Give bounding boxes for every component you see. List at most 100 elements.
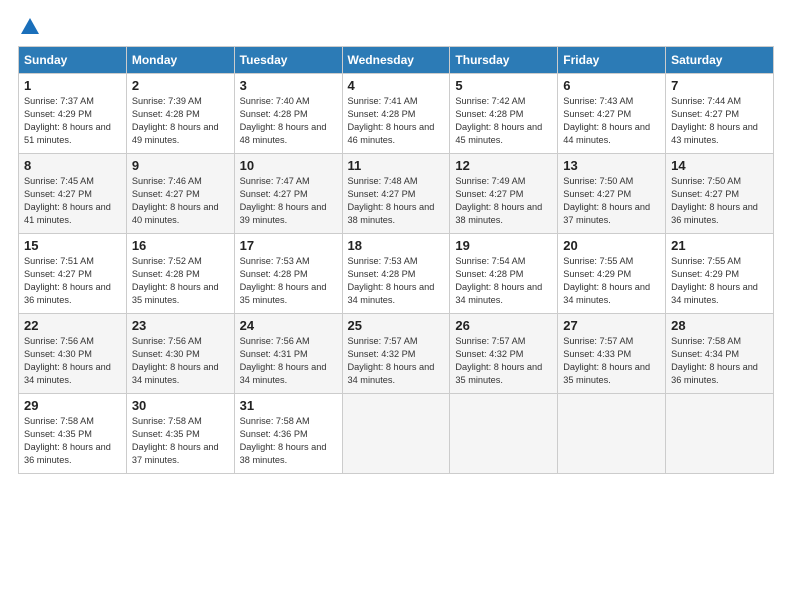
week-row: 1 Sunrise: 7:37 AMSunset: 4:29 PMDayligh… [19, 74, 774, 154]
day-number: 11 [348, 158, 445, 173]
day-info: Sunrise: 7:43 AMSunset: 4:27 PMDaylight:… [563, 96, 650, 145]
day-info: Sunrise: 7:41 AMSunset: 4:28 PMDaylight:… [348, 96, 435, 145]
day-info: Sunrise: 7:40 AMSunset: 4:28 PMDaylight:… [240, 96, 327, 145]
day-number: 23 [132, 318, 229, 333]
day-cell: 31 Sunrise: 7:58 AMSunset: 4:36 PMDaylig… [234, 394, 342, 474]
day-cell [666, 394, 774, 474]
day-number: 9 [132, 158, 229, 173]
day-cell: 4 Sunrise: 7:41 AMSunset: 4:28 PMDayligh… [342, 74, 450, 154]
day-number: 27 [563, 318, 660, 333]
calendar-header: SundayMondayTuesdayWednesdayThursdayFrid… [19, 47, 774, 74]
day-info: Sunrise: 7:57 AMSunset: 4:32 PMDaylight:… [348, 336, 435, 385]
day-cell: 6 Sunrise: 7:43 AMSunset: 4:27 PMDayligh… [558, 74, 666, 154]
day-cell: 24 Sunrise: 7:56 AMSunset: 4:31 PMDaylig… [234, 314, 342, 394]
week-row: 29 Sunrise: 7:58 AMSunset: 4:35 PMDaylig… [19, 394, 774, 474]
day-info: Sunrise: 7:48 AMSunset: 4:27 PMDaylight:… [348, 176, 435, 225]
day-number: 20 [563, 238, 660, 253]
header-row: SundayMondayTuesdayWednesdayThursdayFrid… [19, 47, 774, 74]
day-number: 10 [240, 158, 337, 173]
day-info: Sunrise: 7:37 AMSunset: 4:29 PMDaylight:… [24, 96, 111, 145]
week-row: 8 Sunrise: 7:45 AMSunset: 4:27 PMDayligh… [19, 154, 774, 234]
header-cell-saturday: Saturday [666, 47, 774, 74]
day-info: Sunrise: 7:49 AMSunset: 4:27 PMDaylight:… [455, 176, 542, 225]
page: SundayMondayTuesdayWednesdayThursdayFrid… [0, 0, 792, 612]
day-cell [342, 394, 450, 474]
header-cell-monday: Monday [126, 47, 234, 74]
day-cell: 23 Sunrise: 7:56 AMSunset: 4:30 PMDaylig… [126, 314, 234, 394]
day-info: Sunrise: 7:54 AMSunset: 4:28 PMDaylight:… [455, 256, 542, 305]
day-number: 19 [455, 238, 552, 253]
day-info: Sunrise: 7:53 AMSunset: 4:28 PMDaylight:… [240, 256, 327, 305]
day-number: 4 [348, 78, 445, 93]
day-info: Sunrise: 7:58 AMSunset: 4:34 PMDaylight:… [671, 336, 758, 385]
day-number: 2 [132, 78, 229, 93]
day-number: 5 [455, 78, 552, 93]
day-cell: 25 Sunrise: 7:57 AMSunset: 4:32 PMDaylig… [342, 314, 450, 394]
logo-triangle-icon [21, 18, 39, 34]
day-number: 3 [240, 78, 337, 93]
header-cell-sunday: Sunday [19, 47, 127, 74]
day-number: 7 [671, 78, 768, 93]
day-info: Sunrise: 7:58 AMSunset: 4:36 PMDaylight:… [240, 416, 327, 465]
day-info: Sunrise: 7:55 AMSunset: 4:29 PMDaylight:… [671, 256, 758, 305]
day-cell: 11 Sunrise: 7:48 AMSunset: 4:27 PMDaylig… [342, 154, 450, 234]
day-number: 26 [455, 318, 552, 333]
day-cell: 10 Sunrise: 7:47 AMSunset: 4:27 PMDaylig… [234, 154, 342, 234]
day-cell: 13 Sunrise: 7:50 AMSunset: 4:27 PMDaylig… [558, 154, 666, 234]
day-number: 31 [240, 398, 337, 413]
day-info: Sunrise: 7:50 AMSunset: 4:27 PMDaylight:… [671, 176, 758, 225]
logo [18, 18, 39, 36]
day-cell: 16 Sunrise: 7:52 AMSunset: 4:28 PMDaylig… [126, 234, 234, 314]
day-info: Sunrise: 7:46 AMSunset: 4:27 PMDaylight:… [132, 176, 219, 225]
day-number: 22 [24, 318, 121, 333]
day-number: 1 [24, 78, 121, 93]
day-cell: 21 Sunrise: 7:55 AMSunset: 4:29 PMDaylig… [666, 234, 774, 314]
day-number: 25 [348, 318, 445, 333]
day-number: 12 [455, 158, 552, 173]
day-number: 28 [671, 318, 768, 333]
day-number: 29 [24, 398, 121, 413]
day-cell [558, 394, 666, 474]
day-info: Sunrise: 7:58 AMSunset: 4:35 PMDaylight:… [132, 416, 219, 465]
day-number: 17 [240, 238, 337, 253]
day-info: Sunrise: 7:53 AMSunset: 4:28 PMDaylight:… [348, 256, 435, 305]
week-row: 15 Sunrise: 7:51 AMSunset: 4:27 PMDaylig… [19, 234, 774, 314]
day-number: 24 [240, 318, 337, 333]
day-cell: 18 Sunrise: 7:53 AMSunset: 4:28 PMDaylig… [342, 234, 450, 314]
day-info: Sunrise: 7:51 AMSunset: 4:27 PMDaylight:… [24, 256, 111, 305]
day-number: 13 [563, 158, 660, 173]
day-cell: 12 Sunrise: 7:49 AMSunset: 4:27 PMDaylig… [450, 154, 558, 234]
day-info: Sunrise: 7:44 AMSunset: 4:27 PMDaylight:… [671, 96, 758, 145]
day-number: 8 [24, 158, 121, 173]
calendar: SundayMondayTuesdayWednesdayThursdayFrid… [18, 46, 774, 474]
calendar-body: 1 Sunrise: 7:37 AMSunset: 4:29 PMDayligh… [19, 74, 774, 474]
day-info: Sunrise: 7:42 AMSunset: 4:28 PMDaylight:… [455, 96, 542, 145]
header-cell-thursday: Thursday [450, 47, 558, 74]
day-info: Sunrise: 7:55 AMSunset: 4:29 PMDaylight:… [563, 256, 650, 305]
day-cell: 3 Sunrise: 7:40 AMSunset: 4:28 PMDayligh… [234, 74, 342, 154]
day-info: Sunrise: 7:52 AMSunset: 4:28 PMDaylight:… [132, 256, 219, 305]
day-cell: 20 Sunrise: 7:55 AMSunset: 4:29 PMDaylig… [558, 234, 666, 314]
day-cell: 30 Sunrise: 7:58 AMSunset: 4:35 PMDaylig… [126, 394, 234, 474]
day-info: Sunrise: 7:58 AMSunset: 4:35 PMDaylight:… [24, 416, 111, 465]
day-cell: 2 Sunrise: 7:39 AMSunset: 4:28 PMDayligh… [126, 74, 234, 154]
day-info: Sunrise: 7:56 AMSunset: 4:30 PMDaylight:… [132, 336, 219, 385]
day-cell: 29 Sunrise: 7:58 AMSunset: 4:35 PMDaylig… [19, 394, 127, 474]
day-number: 15 [24, 238, 121, 253]
day-cell: 8 Sunrise: 7:45 AMSunset: 4:27 PMDayligh… [19, 154, 127, 234]
day-number: 21 [671, 238, 768, 253]
day-cell [450, 394, 558, 474]
day-number: 30 [132, 398, 229, 413]
day-cell: 27 Sunrise: 7:57 AMSunset: 4:33 PMDaylig… [558, 314, 666, 394]
header-cell-wednesday: Wednesday [342, 47, 450, 74]
day-cell: 28 Sunrise: 7:58 AMSunset: 4:34 PMDaylig… [666, 314, 774, 394]
day-cell: 1 Sunrise: 7:37 AMSunset: 4:29 PMDayligh… [19, 74, 127, 154]
day-info: Sunrise: 7:39 AMSunset: 4:28 PMDaylight:… [132, 96, 219, 145]
header [18, 18, 774, 36]
day-cell: 22 Sunrise: 7:56 AMSunset: 4:30 PMDaylig… [19, 314, 127, 394]
day-info: Sunrise: 7:57 AMSunset: 4:33 PMDaylight:… [563, 336, 650, 385]
day-info: Sunrise: 7:45 AMSunset: 4:27 PMDaylight:… [24, 176, 111, 225]
day-info: Sunrise: 7:56 AMSunset: 4:30 PMDaylight:… [24, 336, 111, 385]
day-cell: 15 Sunrise: 7:51 AMSunset: 4:27 PMDaylig… [19, 234, 127, 314]
day-number: 16 [132, 238, 229, 253]
